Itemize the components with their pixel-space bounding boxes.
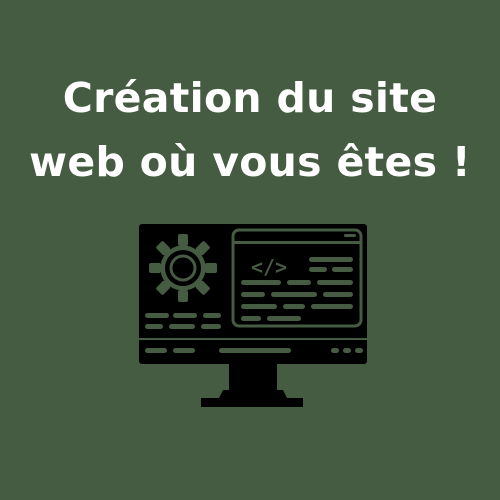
monitor-stand xyxy=(229,364,277,390)
computer-monitor-icon: </> xyxy=(139,224,367,407)
headline: Création du site web où vous êtes ! xyxy=(0,66,500,194)
monitor-base xyxy=(201,398,303,407)
headline-line-2: web où vous êtes ! xyxy=(29,138,471,186)
code-brackets-icon: </> xyxy=(251,255,287,279)
canvas: { "headline": { "line1": "Création du si… xyxy=(0,0,500,500)
headline-line-1: Création du site xyxy=(62,74,438,122)
gear-icon xyxy=(149,234,217,302)
